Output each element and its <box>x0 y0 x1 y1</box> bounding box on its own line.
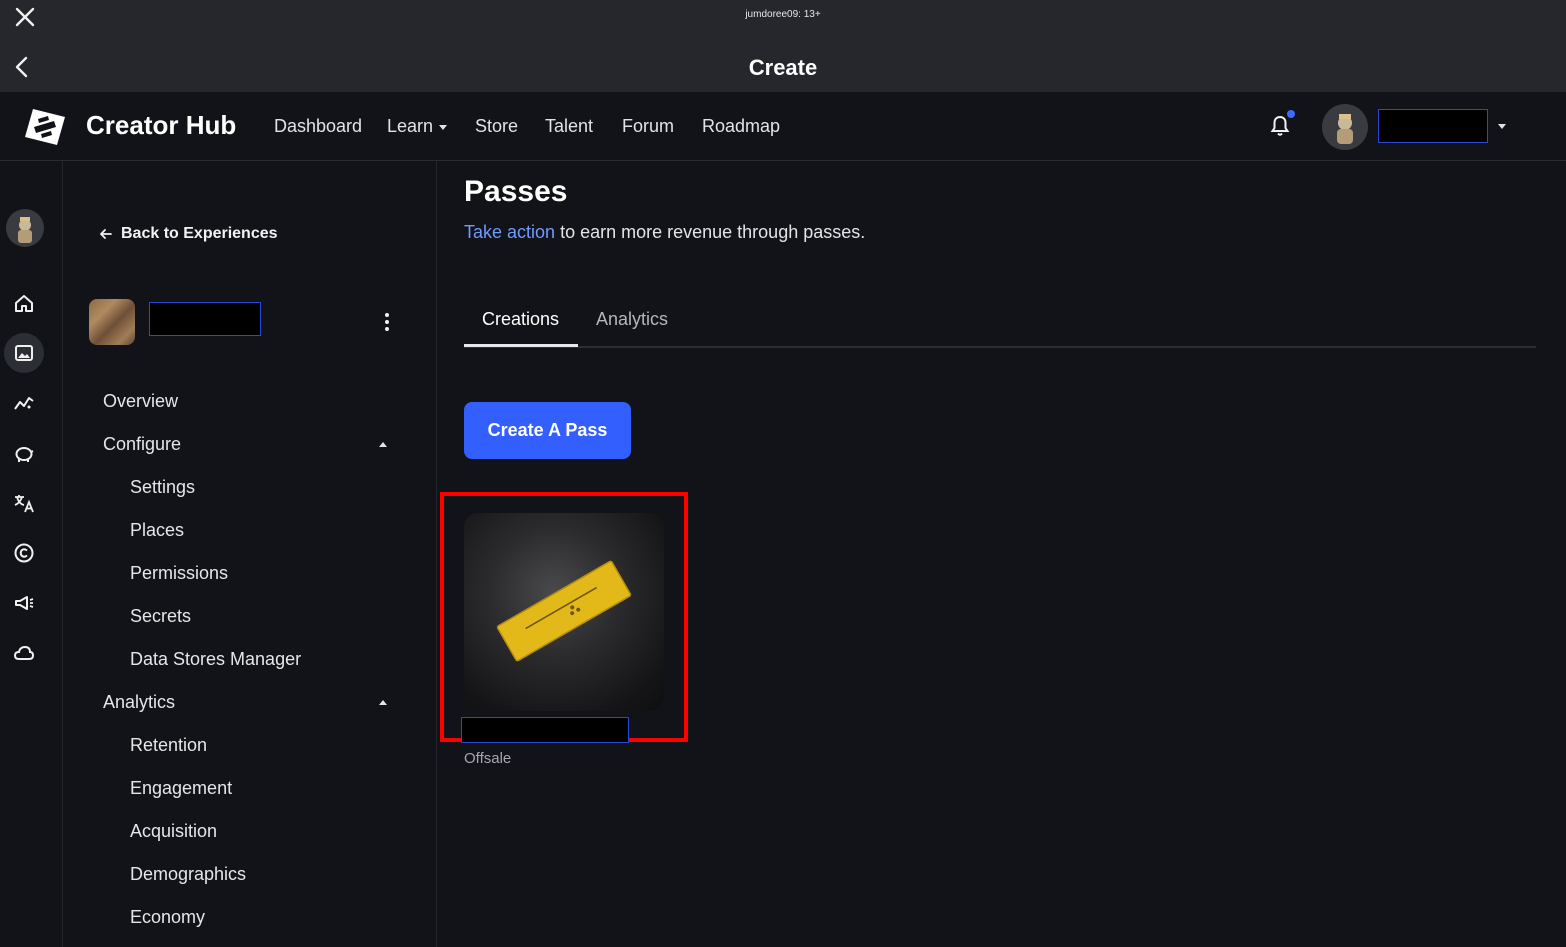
sidebar-item-economy[interactable]: Economy <box>130 907 205 928</box>
cloud-icon[interactable] <box>10 639 38 667</box>
sidebar-item-acquisition[interactable]: Acquisition <box>130 821 217 842</box>
experience-sidebar: Back to Experiences Overview Configure S… <box>63 161 437 947</box>
piggy-bank-icon[interactable] <box>10 439 38 467</box>
home-icon[interactable] <box>10 289 38 317</box>
analytics-icon[interactable] <box>10 389 38 417</box>
active-tab-indicator <box>464 344 578 347</box>
sidebar-item-places[interactable]: Places <box>130 520 184 541</box>
images-icon[interactable] <box>10 339 38 367</box>
chevron-up-icon[interactable] <box>379 442 387 447</box>
chevron-down-icon[interactable] <box>1498 124 1506 129</box>
pass-thumbnail[interactable] <box>464 513 664 711</box>
pass-name-redacted[interactable] <box>461 717 629 743</box>
top-system-bar: jumdoree09: 13+ <box>0 0 1566 42</box>
page-title: Passes <box>464 175 568 208</box>
header-bar: Create <box>0 42 1566 92</box>
chevron-down-icon <box>439 124 448 130</box>
nav-learn-label: Learn <box>387 116 434 136</box>
tabs-divider <box>464 346 1536 348</box>
sidebar-item-settings[interactable]: Settings <box>130 477 195 498</box>
more-options-icon[interactable] <box>381 311 393 333</box>
tab-analytics[interactable]: Analytics <box>596 309 668 330</box>
notification-dot <box>1287 110 1295 118</box>
nav-dashboard[interactable]: Dashboard <box>274 116 362 137</box>
create-pass-button[interactable]: Create A Pass <box>464 402 631 459</box>
nav-forum[interactable]: Forum <box>622 116 674 137</box>
nav-roadmap[interactable]: Roadmap <box>702 116 780 137</box>
sidebar-item-demographics[interactable]: Demographics <box>130 864 246 885</box>
megaphone-icon[interactable] <box>10 589 38 617</box>
ticket-icon <box>496 560 632 662</box>
sidebar-item-overview[interactable]: Overview <box>103 391 178 412</box>
sidebar-item-secrets[interactable]: Secrets <box>130 606 191 627</box>
top-navigation: Creator Hub Dashboard Learn Store Talent… <box>0 92 1566 161</box>
back-to-experiences-link[interactable]: Back to Experiences <box>99 225 278 243</box>
avatar[interactable] <box>6 209 44 247</box>
sidebar-item-permissions[interactable]: Permissions <box>130 563 228 584</box>
nav-learn[interactable]: Learn <box>387 116 448 137</box>
roblox-logo-icon[interactable] <box>24 107 66 147</box>
header-title: Create <box>748 55 818 80</box>
icon-rail <box>0 161 63 947</box>
chevron-up-icon[interactable] <box>379 700 387 705</box>
sidebar-item-analytics[interactable]: Analytics <box>103 692 175 713</box>
sidebar-item-data-stores[interactable]: Data Stores Manager <box>130 649 301 670</box>
avatar[interactable] <box>1322 104 1368 150</box>
sidebar-item-engagement[interactable]: Engagement <box>130 778 232 799</box>
arrow-left-icon <box>100 228 112 239</box>
translate-icon[interactable] <box>10 489 38 517</box>
back-to-experiences-label: Back to Experiences <box>121 225 278 242</box>
avatar-figure-icon <box>18 217 32 243</box>
account-label: jumdoree09: 13+ <box>745 9 821 20</box>
experience-thumbnail[interactable] <box>89 299 135 345</box>
main-content: Passes Take action to earn more revenue … <box>437 161 1566 947</box>
experience-name-redacted[interactable] <box>149 302 261 336</box>
page-subtitle: Take action to earn more revenue through… <box>464 222 865 243</box>
brand-title[interactable]: Creator Hub <box>86 110 236 141</box>
nav-store[interactable]: Store <box>475 116 518 137</box>
sidebar-item-retention[interactable]: Retention <box>130 735 207 756</box>
username-redacted[interactable] <box>1378 109 1488 143</box>
sidebar-item-configure[interactable]: Configure <box>103 434 181 455</box>
tab-creations[interactable]: Creations <box>482 309 559 330</box>
subtitle-text: to earn more revenue through passes. <box>555 222 866 242</box>
nav-talent[interactable]: Talent <box>545 116 593 137</box>
copyright-icon[interactable] <box>10 539 38 567</box>
take-action-link[interactable]: Take action <box>464 222 555 242</box>
avatar-figure-icon <box>1337 114 1353 144</box>
pass-status: Offsale <box>464 750 512 767</box>
